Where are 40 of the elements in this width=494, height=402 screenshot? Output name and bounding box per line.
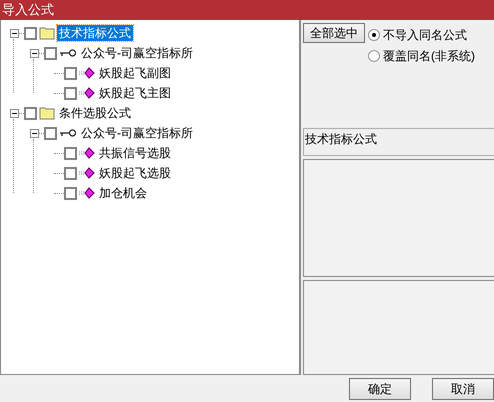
option-label: 覆盖同名(非系统): [383, 48, 475, 65]
expand-toggle[interactable]: [30, 128, 38, 138]
radio-button[interactable]: [368, 50, 380, 62]
key-icon: [59, 128, 77, 138]
tree-item[interactable]: 妖股起飞副图: [97, 65, 173, 81]
select-all-button[interactable]: 全部选中: [303, 23, 365, 43]
formula-icon: [79, 147, 95, 159]
tree-item[interactable]: 加仓机会: [97, 185, 149, 201]
checkbox[interactable]: [64, 186, 77, 200]
expand-toggle[interactable]: [30, 48, 38, 58]
checkbox[interactable]: [64, 166, 77, 180]
formula-icon: [79, 67, 95, 79]
checkbox[interactable]: [24, 26, 37, 40]
formula-icon: [79, 87, 95, 99]
radio-button[interactable]: [368, 29, 380, 41]
folder-icon: [39, 26, 55, 40]
expand-toggle[interactable]: [10, 108, 18, 118]
tree-item[interactable]: 公众号-司赢空指标所: [79, 125, 195, 141]
cancel-button[interactable]: 取消: [432, 378, 494, 400]
folder-icon: [39, 106, 55, 120]
expand-toggle[interactable]: [10, 28, 18, 38]
window-title: 导入公式: [0, 0, 494, 20]
key-icon: [59, 48, 77, 58]
tree-item[interactable]: 技术指标公式: [57, 25, 133, 41]
checkbox[interactable]: [64, 66, 77, 80]
checkbox[interactable]: [44, 126, 57, 140]
checkbox[interactable]: [64, 86, 77, 100]
formula-type-label: 技术指标公式: [303, 128, 494, 156]
formula-icon: [79, 187, 95, 199]
checkbox[interactable]: [44, 46, 57, 60]
tree-item[interactable]: 共振信号选股: [97, 145, 173, 161]
option-label: 不导入同名公式: [383, 27, 467, 44]
tree-item[interactable]: 妖股起飞主图: [97, 85, 173, 101]
tree-item[interactable]: 妖股起飞选股: [97, 165, 173, 181]
tree-item[interactable]: 公众号-司赢空指标所: [79, 45, 195, 61]
formula-icon: [79, 167, 95, 179]
checkbox[interactable]: [24, 106, 37, 120]
ok-button[interactable]: 确定: [349, 378, 411, 400]
checkbox[interactable]: [64, 146, 77, 160]
tree-item[interactable]: 条件选股公式: [57, 105, 133, 121]
